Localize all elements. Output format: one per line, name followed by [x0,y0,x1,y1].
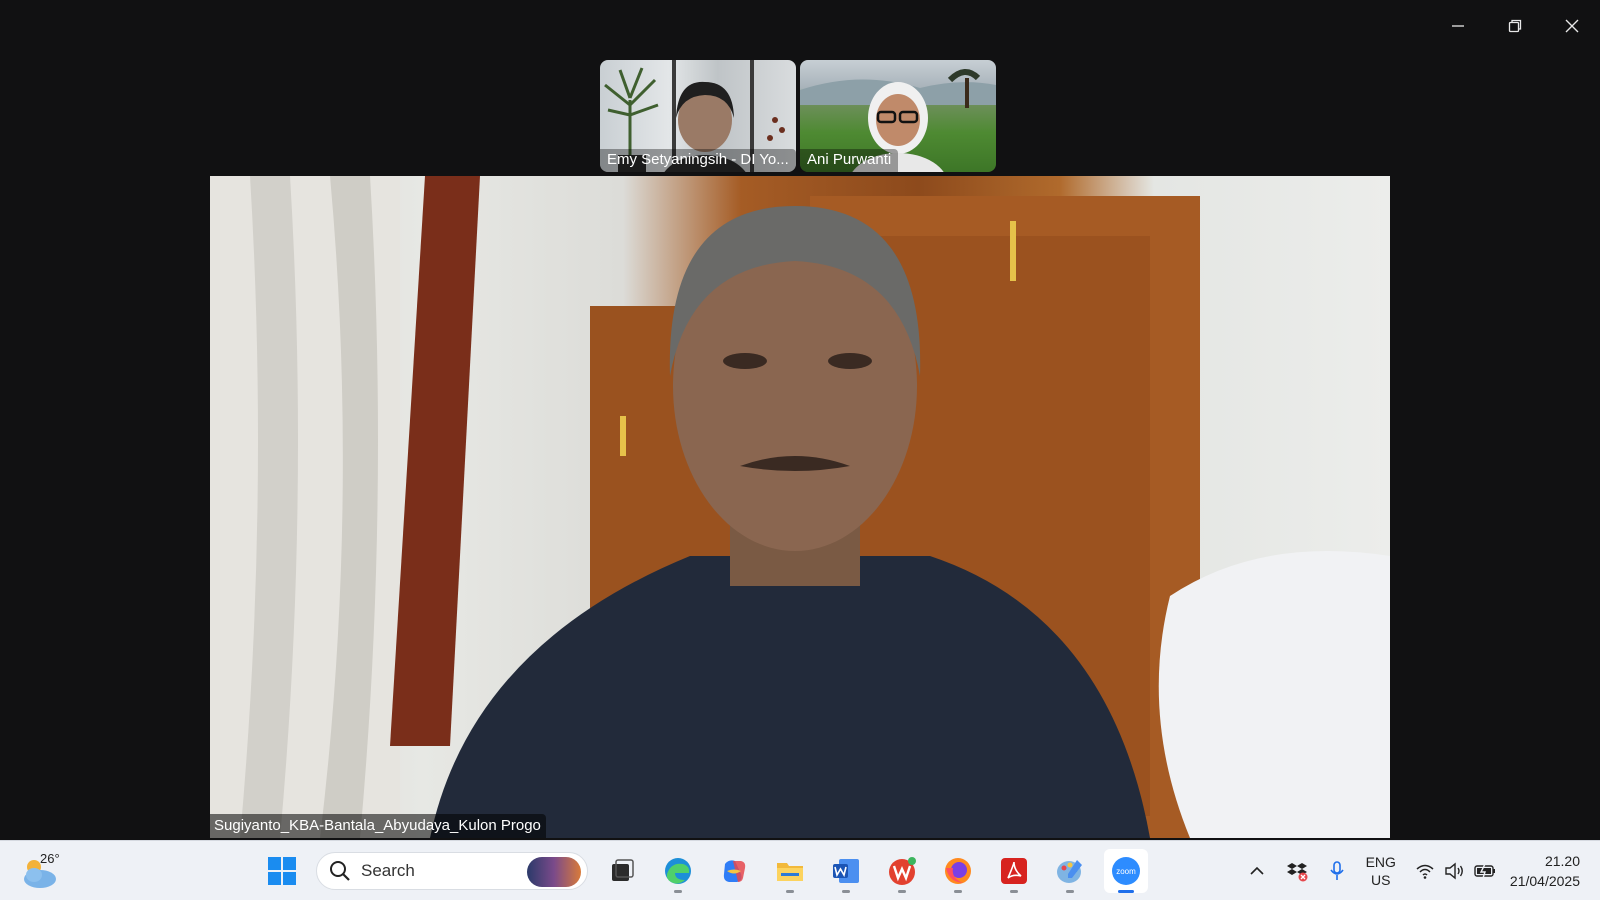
minimize-button[interactable] [1429,0,1486,52]
chevron-up-icon [1250,866,1264,875]
wps-office-icon [889,857,916,885]
copilot-icon [723,860,746,882]
zoom-app-button[interactable]: zoom [1104,849,1148,893]
start-button[interactable] [260,849,304,893]
task-view-button[interactable] [600,849,644,893]
microphone-tray-button[interactable] [1322,851,1352,891]
volume-tray-button[interactable] [1440,851,1470,891]
paint-palette-icon [1057,860,1082,883]
clock-date: 21/04/2025 [1509,873,1580,889]
minimize-icon [1451,25,1464,27]
taskbar-search-box[interactable]: Search [316,852,588,890]
running-indicator [674,890,682,893]
task-view-icon [612,859,634,881]
running-indicator [786,890,794,893]
zoom-icon-label: zoom [1116,867,1136,876]
dropbox-tray-button[interactable] [1282,851,1312,891]
restore-icon [1508,19,1521,33]
language-code: ENG [1365,854,1396,870]
acrobat-icon [1001,858,1027,884]
edge-app-button[interactable] [656,849,700,893]
participant-thumbnail[interactable]: Emy Setyaningsih - DI Yo... [600,60,796,172]
search-placeholder: Search [361,861,415,880]
clock-time: 21.20 [1544,853,1580,869]
close-icon [1565,19,1578,33]
firefox-app-button[interactable] [936,849,980,893]
windows-logo-icon [268,857,296,885]
taskbar-apps: Search zoom [260,849,1148,893]
firefox-icon [945,858,971,884]
folder-icon [777,863,803,881]
participant-name: Emy Setyaningsih - DI Yo... [600,149,796,172]
search-highlight-image [527,857,581,887]
wps-office-app-button[interactable] [880,849,924,893]
word-icon [833,859,859,883]
running-indicator [954,890,962,893]
microphone-icon [1329,861,1344,880]
paint-app-button[interactable] [1048,849,1092,893]
speaker-volume-icon [1445,862,1463,880]
battery-charging-icon [1474,863,1495,879]
window-controls [1429,0,1600,52]
word-app-button[interactable] [824,849,868,893]
zoom-meeting-window: Emy Setyaningsih - DI Yo... Ani Purwanti [0,0,1600,900]
windows-taskbar: 26° Search zoom ENG US 21.20 21/04/2025 [0,840,1600,900]
participant-thumbnail-strip: Emy Setyaningsih - DI Yo... Ani Purwanti [600,60,996,172]
taskbar-clock[interactable]: 21.20 21/04/2025 [1510,851,1580,891]
system-tray: ENG US 21.20 21/04/2025 [1242,841,1600,900]
active-speaker-name: Sugiyanto_KBA-Bantala_Abyudaya_Kulon Pro… [210,814,546,838]
acrobat-app-button[interactable] [992,849,1036,893]
edge-icon [665,858,691,884]
participant-thumbnail[interactable]: Ani Purwanti [800,60,996,172]
battery-tray-button[interactable] [1470,851,1500,891]
file-explorer-app-button[interactable] [768,849,812,893]
weather-temperature: 26° [40,851,60,866]
copilot-app-button[interactable] [712,849,756,893]
wifi-icon [1416,864,1434,879]
active-speaker-video[interactable]: Sugiyanto_KBA-Bantala_Abyudaya_Kulon Pro… [210,176,1390,838]
speaker-video-image [210,176,1390,838]
running-indicator [1066,890,1074,893]
dropbox-icon [1286,863,1308,882]
running-indicator [1010,890,1018,893]
close-button[interactable] [1543,0,1600,52]
weather-widget[interactable]: 26° [20,849,70,893]
input-language-indicator[interactable]: ENG US [1366,853,1396,889]
running-indicator [898,890,906,893]
show-hidden-icons-button[interactable] [1242,851,1272,891]
participant-name: Ani Purwanti [800,149,899,172]
search-icon [330,861,350,881]
keyboard-layout: US [1371,872,1391,888]
running-indicator [842,890,850,893]
network-tray-button[interactable] [1410,851,1440,891]
restore-button[interactable] [1486,0,1543,52]
running-indicator [1118,890,1134,893]
zoom-icon: zoom [1112,857,1140,885]
